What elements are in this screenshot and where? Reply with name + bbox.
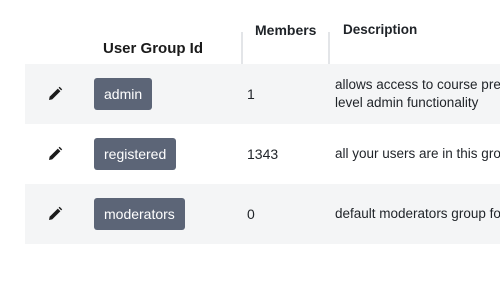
column-header-members[interactable]: Members xyxy=(255,0,316,38)
description-line: allows access to course previ xyxy=(335,77,500,92)
user-groups-table: User Group Id Members Description admin … xyxy=(0,0,500,244)
pencil-icon[interactable] xyxy=(47,86,63,102)
column-header-user-group-id[interactable]: User Group Id xyxy=(103,30,203,64)
group-description: default moderators group for xyxy=(335,206,500,221)
group-description: allows access to course previ level admi… xyxy=(335,64,500,124)
description-line: level admin functionality xyxy=(335,95,479,110)
members-count: 1343 xyxy=(247,146,279,162)
members-count: 1 xyxy=(247,86,255,102)
pencil-icon[interactable] xyxy=(47,146,63,162)
group-id-badge[interactable]: registered xyxy=(94,138,177,170)
table-header: User Group Id Members Description xyxy=(0,0,500,64)
group-description: all your users are in this grou xyxy=(335,146,500,161)
table-row: registered 1343 all your users are in th… xyxy=(25,124,500,184)
column-divider xyxy=(241,32,243,64)
group-id-badge[interactable]: moderators xyxy=(94,198,185,230)
column-divider xyxy=(328,32,330,64)
group-id-badge[interactable]: admin xyxy=(94,78,153,110)
members-count: 0 xyxy=(247,206,255,222)
pencil-icon[interactable] xyxy=(47,206,63,222)
table-row: admin 1 allows access to course previ le… xyxy=(25,64,500,124)
column-header-description[interactable]: Description xyxy=(343,0,500,60)
table-row: moderators 0 default moderators group fo… xyxy=(25,184,500,244)
